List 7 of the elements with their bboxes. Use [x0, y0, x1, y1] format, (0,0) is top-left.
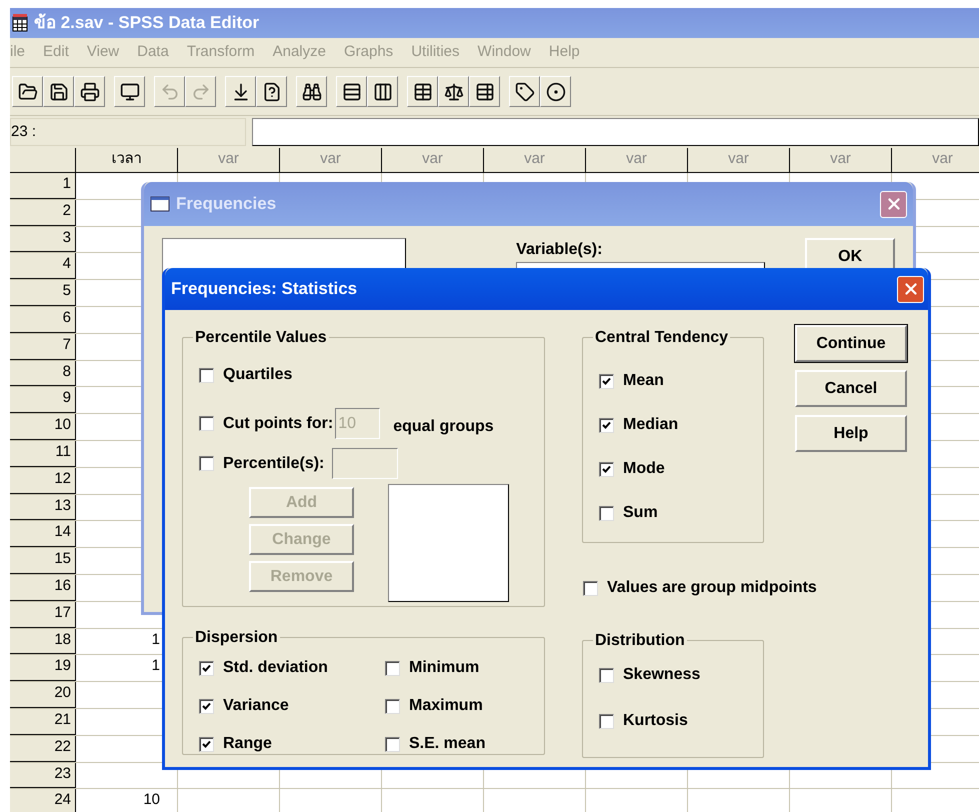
table-cell: 10: [76, 789, 178, 812]
dialog-title: Frequencies: Statistics: [171, 278, 358, 300]
variables-label: Variable(s):: [516, 240, 604, 260]
cell-reference: 23 :: [10, 118, 246, 146]
dialog-title: Frequencies: [176, 193, 276, 216]
window-title: ข้อ 2.sav - SPSS Data Editor: [34, 12, 260, 34]
equal-groups-label: equal groups: [393, 416, 494, 436]
